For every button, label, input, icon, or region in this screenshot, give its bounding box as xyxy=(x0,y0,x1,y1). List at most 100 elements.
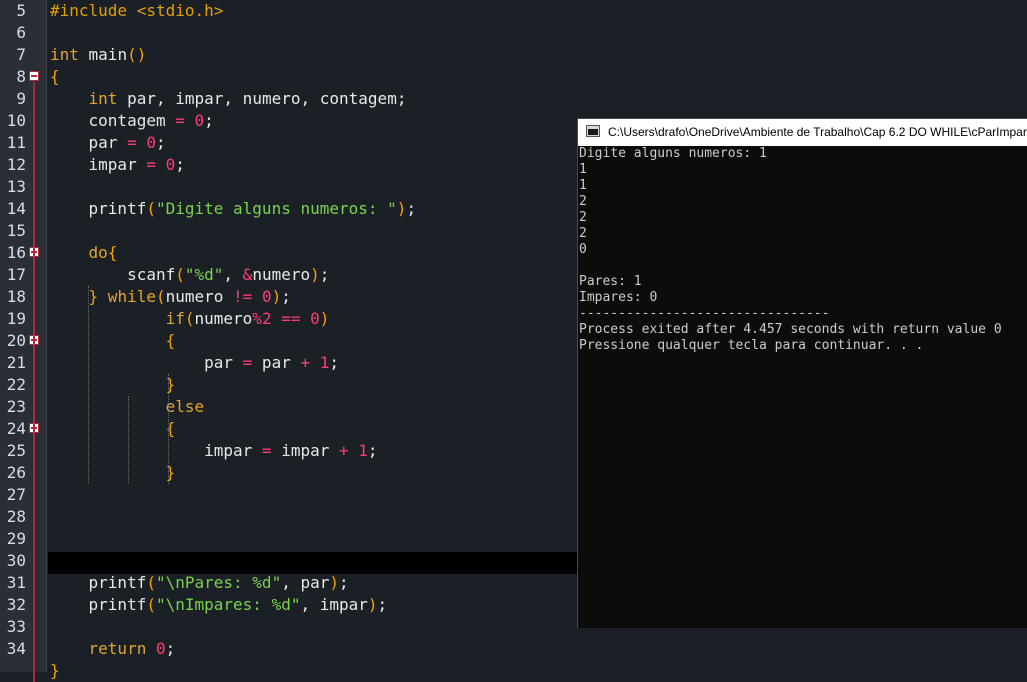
line-number: 25 xyxy=(6,441,26,460)
code-token: ( xyxy=(184,309,195,328)
line-number: 11 xyxy=(6,133,26,152)
line-number: 12 xyxy=(6,155,26,174)
console-line: -------------------------------- xyxy=(579,306,830,321)
code-token: ; xyxy=(175,155,185,174)
code-token: scanf xyxy=(50,265,176,284)
code-line: } xyxy=(50,374,176,396)
code-line: printf("Digite alguns numeros: "); xyxy=(50,198,417,220)
code-token: ; xyxy=(367,441,378,460)
code-line: impar = 0; xyxy=(50,154,185,176)
code-token: impar xyxy=(50,441,262,460)
code-token: printf xyxy=(50,595,147,614)
code-token: numero xyxy=(194,309,253,328)
gutter-line: 10 xyxy=(0,110,46,132)
code-token: "\nPares: %d" xyxy=(155,573,282,592)
gutter-line: 13 xyxy=(0,176,46,198)
code-line: if(numero%2 == 0) xyxy=(50,308,330,330)
code-token: impar xyxy=(310,595,368,614)
code-token: = xyxy=(242,353,253,372)
gutter-line: 22 xyxy=(0,374,46,396)
code-token: { xyxy=(107,243,118,262)
console-titlebar[interactable]: C:\Users\drafo\OneDrive\Ambiente de Trab… xyxy=(578,119,1027,146)
code-token: 0 xyxy=(155,155,176,174)
gutter-line: 28 xyxy=(0,506,46,528)
code-token: = xyxy=(146,155,156,174)
code-token: contagem xyxy=(310,89,397,108)
code-token: ; xyxy=(319,265,330,284)
gutter-line: 24 xyxy=(0,418,46,440)
code-token: = xyxy=(127,133,137,152)
code-token: ( xyxy=(155,287,166,306)
code-token: ( xyxy=(146,595,156,614)
line-number: 10 xyxy=(6,111,26,130)
console-line: 1 xyxy=(579,178,587,193)
gutter-line: 8 xyxy=(0,66,46,88)
code-token: numero xyxy=(233,89,301,108)
line-number: 15 xyxy=(6,221,26,240)
code-token: "\nImpares: %d" xyxy=(155,595,301,614)
console-output: Digite alguns numeros: 1 1 1 2 2 2 0 Pares: 1 Im… xyxy=(578,146,1027,354)
indent-guide xyxy=(88,286,89,484)
code-line: { xyxy=(50,330,176,352)
code-line: printf("\nPares: %d", par); xyxy=(50,572,349,594)
code-token: ( xyxy=(175,265,185,284)
indent-guide xyxy=(168,374,169,484)
line-number: 28 xyxy=(6,507,26,526)
code-line: par = 0; xyxy=(50,132,166,154)
code-token: , xyxy=(300,89,311,108)
line-number: 30 xyxy=(6,551,26,570)
code-token: + xyxy=(339,441,349,460)
gutter-line: 25 xyxy=(0,440,46,462)
console-title: C:\Users\drafo\OneDrive\Ambiente de Trab… xyxy=(608,125,1027,139)
code-token: do xyxy=(50,243,108,262)
code-token: numero xyxy=(252,265,311,284)
line-number: 16 xyxy=(6,243,26,262)
code-token: 0 xyxy=(300,309,320,328)
line-number: 17 xyxy=(6,265,26,284)
code-token: ; xyxy=(339,573,349,592)
code-token: , xyxy=(223,89,234,108)
code-token: 2 xyxy=(261,309,272,328)
code-token: { xyxy=(50,419,176,438)
code-token: } xyxy=(50,463,176,482)
code-token: 1 xyxy=(310,353,330,372)
line-number: 27 xyxy=(6,485,26,504)
code-token: , xyxy=(155,89,166,108)
code-token: ; xyxy=(165,639,176,658)
line-number: 9 xyxy=(16,89,26,108)
code-token: ) xyxy=(319,309,330,328)
line-number: 5 xyxy=(16,1,26,20)
code-token: printf xyxy=(50,199,147,218)
fold-collapse-icon[interactable] xyxy=(29,71,39,81)
code-token: 0 xyxy=(136,133,156,152)
code-token: == xyxy=(271,309,301,328)
code-token: if xyxy=(50,309,185,328)
line-number: 26 xyxy=(6,463,26,482)
code-line: } xyxy=(50,660,60,682)
indent-guide xyxy=(128,396,129,484)
line-number: 31 xyxy=(6,573,26,592)
console-window[interactable]: C:\Users\drafo\OneDrive\Ambiente de Trab… xyxy=(577,118,1027,628)
code-token: par xyxy=(252,353,301,372)
code-token: } xyxy=(50,661,60,680)
console-line: 1 xyxy=(579,162,587,177)
code-token: ( xyxy=(146,199,156,218)
code-line: impar = impar + 1; xyxy=(50,440,378,462)
console-window-icon xyxy=(586,125,600,137)
gutter-line: 23 xyxy=(0,396,46,418)
code-token: } xyxy=(50,375,176,394)
code-line: int par, impar, numero, contagem; xyxy=(50,88,407,110)
code-token: impar xyxy=(50,155,147,174)
gutter-line: 20 xyxy=(0,330,46,352)
code-token: () xyxy=(127,45,147,64)
console-line: 2 xyxy=(579,210,587,225)
code-token: ; xyxy=(204,111,214,130)
code-token: return xyxy=(50,639,147,658)
code-token: ) xyxy=(396,199,407,218)
code-token: & xyxy=(233,265,253,284)
code-line: printf("\nImpares: %d", impar); xyxy=(50,594,388,616)
gutter-line: 29 xyxy=(0,528,46,550)
code-line: #include <stdio.h> xyxy=(50,0,223,22)
code-line: return 0; xyxy=(50,638,176,660)
